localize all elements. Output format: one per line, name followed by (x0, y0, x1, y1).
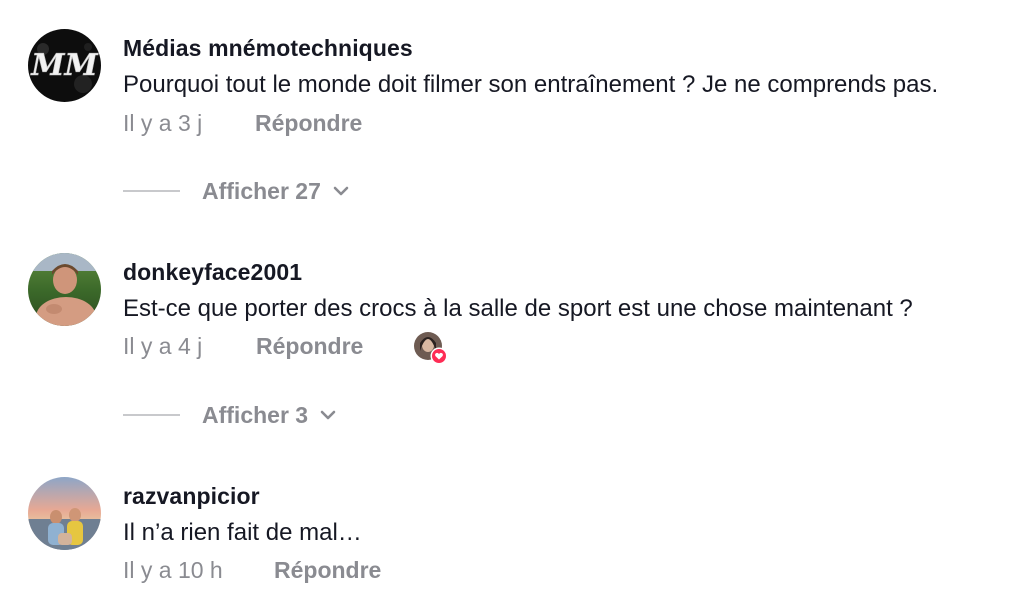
comment-username[interactable]: donkeyface2001 (123, 259, 302, 286)
view-replies-button[interactable]: Afficher 3 (123, 400, 336, 430)
chevron-down-icon (320, 410, 336, 420)
comment-text: Il n’a rien fait de mal… (123, 519, 362, 546)
avatar[interactable] (28, 253, 101, 326)
avatar-image: MM (28, 29, 101, 102)
comment-username[interactable]: razvanpicior (123, 483, 260, 510)
avatar-image (28, 253, 101, 326)
chevron-down-icon (333, 186, 349, 196)
comment-text: Est-ce que porter des crocs à la salle d… (123, 295, 913, 322)
reply-button[interactable]: Répondre (274, 557, 381, 584)
avatar-monogram: MM (30, 48, 98, 83)
creator-liked-badge (413, 331, 448, 365)
replies-divider-line (123, 414, 180, 416)
replies-divider-line (123, 190, 180, 192)
avatar-image (28, 477, 101, 550)
avatar[interactable] (28, 477, 101, 550)
comment-text: Pourquoi tout le monde doit filmer son e… (123, 71, 939, 98)
reply-button[interactable]: Répondre (256, 333, 363, 360)
comment-timestamp: Il y a 10 h (123, 557, 223, 583)
creator-avatar-heart-icon (414, 332, 448, 365)
comment-timestamp: Il y a 3 j (123, 110, 203, 136)
comment-timestamp: Il y a 4 j (123, 333, 203, 359)
view-replies-label: Afficher 27 (202, 177, 321, 204)
reply-button[interactable]: Répondre (255, 110, 362, 137)
view-replies-button[interactable]: Afficher 27 (123, 176, 349, 206)
view-replies-label: Afficher 3 (202, 401, 309, 428)
comment-username[interactable]: Médias mnémotechniques (123, 35, 413, 62)
avatar[interactable]: MM (28, 29, 101, 102)
